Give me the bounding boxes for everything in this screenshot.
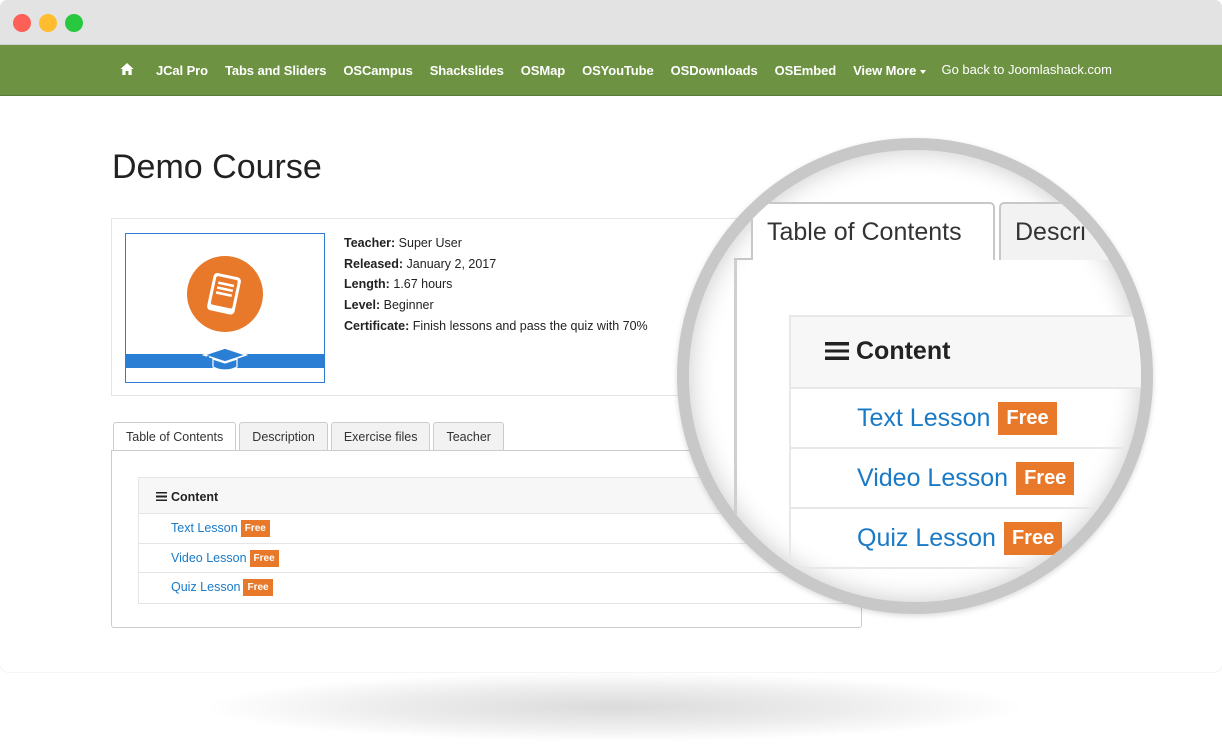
tab-exercise-files[interactable]: Exercise files [330,422,431,451]
length-label: Length: [344,277,390,292]
magnified-content-heading-label: Content [856,337,951,365]
length-line: Length: 1.67 hours [344,274,648,295]
certificate-value: Finish lessons and pass the quiz with 70… [412,318,648,333]
window-titlebar [0,0,1222,45]
level-label: Level: [344,298,381,313]
list-item: Video Lesson Free [139,544,857,573]
view-more-label: View More [853,63,917,78]
magnified-list-item: Video Lesson Free [791,449,1141,509]
magnified-tab-table-of-contents: Table of Contents [751,202,995,260]
level-line: Level: Beginner [344,295,648,316]
nav-item-osdownloads[interactable]: OSDownloads [671,63,758,78]
lesson-link[interactable]: Text Lesson [171,521,238,535]
nav-item-osembed[interactable]: OSEmbed [775,63,837,78]
home-icon[interactable] [120,62,134,76]
lesson-link[interactable]: Video Lesson [171,551,247,565]
nav-item-oscampus[interactable]: OSCampus [343,63,412,78]
course-thumbnail [125,233,325,383]
list-icon [825,342,849,360]
free-badge: Free [249,549,279,567]
nav-item-osyoutube[interactable]: OSYouTube [582,63,654,78]
main-navbar: JCal Pro Tabs and Sliders OSCampus Shack… [0,45,1222,96]
nav-item-jcal-pro[interactable]: JCal Pro [156,63,208,78]
nav-menu: JCal Pro Tabs and Sliders OSCampus Shack… [156,45,943,96]
free-badge: Free [243,579,273,596]
magnified-panel-border [734,260,737,602]
teacher-label: Teacher: [344,236,396,250]
level-value: Beginner [383,298,434,313]
magnified-content-table: Content Text Lesson Free Video Lesson Free… [789,315,1141,569]
course-tabs: Table of Contents Description Exercise f… [113,422,507,452]
tab-description[interactable]: Description [239,422,328,451]
close-window-button[interactable] [13,14,31,32]
magnified-free-badge: Free [1016,462,1075,495]
magnified-lesson-link: Text Lesson [857,404,991,432]
magnified-free-badge: Free [998,402,1057,435]
nav-item-tabs-and-sliders[interactable]: Tabs and Sliders [225,63,327,78]
certificate-line: Certificate: Finish lessons and pass the… [344,316,648,337]
free-badge: Free [240,520,270,537]
window-drop-shadow [200,672,1030,742]
lesson-link[interactable]: Quiz Lesson [171,580,240,594]
list-icon [156,492,167,501]
tab-teacher[interactable]: Teacher [433,422,504,451]
magnifier-lens: Table of Contents Descri Content Text Le… [677,138,1153,614]
course-meta: Teacher: Super User Released: January 2,… [344,233,648,337]
released-label: Released: [344,256,404,271]
released-value: January 2, 2017 [406,256,497,271]
magnified-list-item: Quiz Lesson Free [791,509,1141,569]
page-title: Demo Course [112,148,322,186]
magnified-content-heading: Content [791,317,1141,389]
book-icon [187,256,263,332]
browser-window: JCal Pro Tabs and Sliders OSCampus Shack… [0,0,1222,672]
certificate-label: Certificate: [344,318,410,333]
length-value: 1.67 hours [393,277,453,292]
magnified-tab-description: Descri [999,202,1141,260]
magnified-lesson-link: Video Lesson [857,464,1009,492]
magnified-lesson-link: Quiz Lesson [857,524,996,552]
teacher-line: Teacher: Super User [344,233,648,254]
teacher-value: Super User [398,236,462,250]
caret-down-icon [920,69,927,74]
content-heading-label: Content [171,490,219,504]
graduation-cap-icon [201,346,249,379]
magnified-free-badge: Free [1003,522,1063,555]
magnified-list-item: Text Lesson Free [791,389,1141,449]
minimize-window-button[interactable] [39,14,57,32]
released-line: Released: January 2, 2017 [344,254,648,275]
nav-item-osmap[interactable]: OSMap [521,63,565,78]
nav-item-shackslides[interactable]: Shackslides [430,63,504,78]
maximize-window-button[interactable] [65,14,83,32]
back-to-joomlashack-link[interactable]: Go back to Joomlashack.com [941,62,1112,77]
tab-table-of-contents[interactable]: Table of Contents [113,422,237,452]
nav-item-view-more[interactable]: View More [853,63,927,78]
list-item: Quiz Lesson Free [139,573,857,603]
